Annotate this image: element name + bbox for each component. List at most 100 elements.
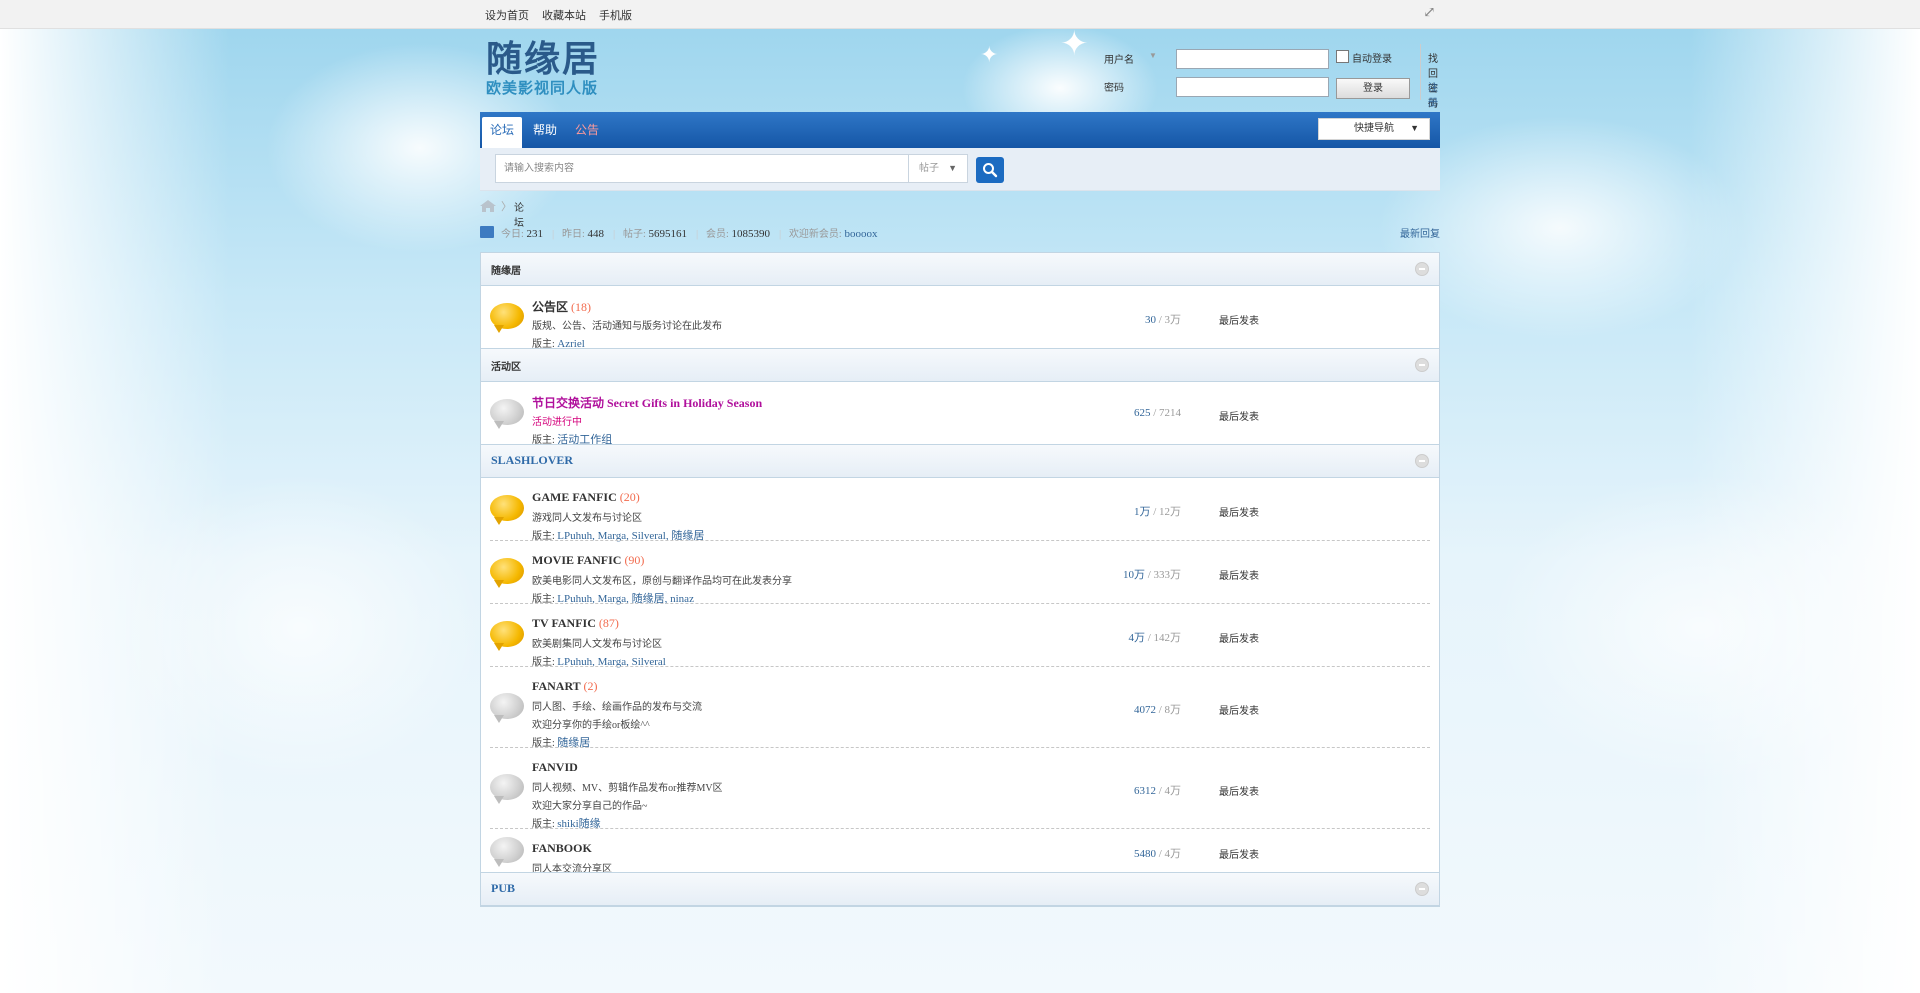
stat-today: 231	[526, 228, 544, 240]
forum-name[interactable]: GAME FANFIC (20)	[532, 490, 640, 505]
forum-last-post[interactable]: 最后发表	[1219, 630, 1259, 645]
search-type-select[interactable]: 帖子 ▼	[908, 154, 968, 183]
chevron-down-icon[interactable]: ▼	[1149, 51, 1157, 60]
forum-section: PUB	[480, 872, 1440, 907]
forum-name[interactable]: FANBOOK	[532, 841, 592, 856]
forum-today-count: (20)	[619, 490, 640, 504]
forum-name-text[interactable]: MOVIE FANFIC	[532, 553, 621, 567]
search-input[interactable]	[495, 154, 909, 183]
forum-last-post[interactable]: 最后发表	[1219, 408, 1259, 423]
forum-thread-post-count: 10万 / 333万	[1081, 566, 1181, 582]
tab-help[interactable]: 帮助	[530, 117, 560, 148]
forum-bubble-icon[interactable]	[490, 774, 524, 804]
collapse-icon[interactable]	[1415, 358, 1429, 372]
latest-replies-link[interactable]: 最新回复	[1400, 225, 1440, 240]
login-divider	[1420, 44, 1421, 100]
login-button[interactable]: 登录	[1336, 78, 1410, 99]
section-title[interactable]: SLASHLOVER	[491, 453, 573, 468]
quick-nav-dropdown[interactable]: 快捷导航 ▼	[1318, 118, 1430, 140]
forum-bubble-icon[interactable]	[490, 621, 524, 651]
forum-bubble-icon[interactable]	[490, 399, 524, 429]
fullscreen-icon[interactable]: ⤢	[1423, 5, 1439, 21]
site-logo[interactable]: 随缘居 欧美影视同人版	[486, 38, 621, 102]
section-title[interactable]: PUB	[491, 881, 515, 896]
collapse-icon[interactable]	[1415, 454, 1429, 468]
collapse-icon[interactable]	[1415, 262, 1429, 276]
forum-bubble-icon[interactable]	[490, 693, 524, 723]
forum-name-text[interactable]: TV FANFIC	[532, 616, 596, 630]
forum-today-count: (90)	[624, 553, 645, 567]
forum-row: GAME FANFIC (20) 游戏同人文发布与讨论区 版主: LPuhuh, M…	[481, 478, 1439, 542]
forum-last-post[interactable]: 最后发表	[1219, 312, 1259, 327]
section-header[interactable]: SLASHLOVER	[481, 445, 1439, 478]
set-homepage-link[interactable]: 设为首页	[485, 10, 529, 22]
forum-bubble-icon[interactable]	[490, 495, 524, 525]
forum-last-post[interactable]: 最后发表	[1219, 846, 1259, 861]
thread-count: 4万	[1128, 632, 1145, 644]
password-label: 密码	[1104, 83, 1124, 94]
section-header[interactable]: PUB	[481, 873, 1439, 906]
post-count: 4万	[1164, 848, 1182, 860]
stats-row: 今日: 231 | 昨日: 448 | 帖子: 5695161 | 会员: 10853…	[501, 225, 881, 240]
bookmark-link[interactable]: 收藏本站	[542, 10, 586, 22]
forum-last-post[interactable]: 最后发表	[1219, 783, 1259, 798]
forum-last-post[interactable]: 最后发表	[1219, 504, 1259, 519]
forum-row: TV FANFIC (87) 欧美剧集同人文发布与讨论区 版主: LPuhuh, M…	[481, 604, 1439, 668]
forum-name[interactable]: MOVIE FANFIC (90)	[532, 553, 644, 568]
mobile-link[interactable]: 手机版	[599, 10, 632, 22]
forum-name-text[interactable]: FANBOOK	[532, 841, 592, 855]
forum-last-post[interactable]: 最后发表	[1219, 702, 1259, 717]
count-separator: /	[1155, 785, 1165, 797]
tab-announce[interactable]: 公告	[572, 117, 602, 148]
forum-name[interactable]: FANART (2)	[532, 679, 597, 694]
forum-section: 活动区节日交换活动 Secret Gifts in Holiday Season…	[480, 348, 1440, 447]
forum-description: 活动进行中	[532, 417, 582, 428]
section-header[interactable]: 活动区	[481, 349, 1439, 382]
forum-bubble-icon[interactable]	[490, 303, 524, 333]
forum-name-text[interactable]: FANART	[532, 679, 580, 693]
section-header[interactable]: 随缘居	[481, 253, 1439, 286]
forum-bubble-icon[interactable]	[490, 837, 524, 867]
count-separator: /	[1155, 704, 1165, 716]
forum-thread-post-count: 6312 / 4万	[1081, 782, 1181, 798]
forum-stats: 今日: 231 | 昨日: 448 | 帖子: 5695161 | 会员: 10853…	[480, 224, 1440, 242]
count-separator: /	[1144, 632, 1154, 644]
forum-name-text[interactable]: FANVID	[532, 760, 578, 774]
thread-count: 4072	[1133, 704, 1156, 716]
section-title[interactable]: 随缘居	[491, 262, 521, 277]
home-icon[interactable]	[480, 200, 496, 212]
stats-divider: |	[696, 228, 699, 240]
autologin-checkbox[interactable]	[1336, 50, 1349, 63]
forum-thread-post-count: 30 / 3万	[1081, 311, 1181, 327]
collapse-icon[interactable]	[1415, 882, 1429, 896]
forum-name[interactable]: 公告区 (18)	[532, 298, 591, 315]
forum-last-post[interactable]: 最后发表	[1219, 567, 1259, 582]
post-count: 12万	[1159, 506, 1181, 518]
forum-thread-post-count: 4万 / 142万	[1081, 629, 1181, 645]
tab-forum[interactable]: 论坛	[482, 117, 522, 148]
stat-posts: 5695161	[648, 228, 688, 240]
newest-member-link[interactable]: boooox	[844, 228, 877, 240]
password-input[interactable]	[1176, 77, 1329, 97]
forum-row: FANBOOK 同人本交流分享区 5480 / 4万 最后发表	[481, 829, 1439, 875]
breadcrumb-separator: 〉	[501, 201, 512, 213]
forum-name[interactable]: FANVID	[532, 760, 578, 775]
stats-chart-icon	[480, 226, 494, 238]
forum-name-text[interactable]: 节日交换活动 Secret Gifts in Holiday Season	[532, 396, 762, 410]
stat-members: 1085390	[731, 228, 770, 240]
username-label: 用户名	[1104, 55, 1134, 66]
forum-name-text[interactable]: 公告区	[532, 300, 568, 314]
thread-count: 6312	[1133, 785, 1156, 797]
username-input[interactable]	[1176, 49, 1329, 69]
forum-name-text[interactable]: GAME FANFIC	[532, 490, 617, 504]
stat-yesterday-label: 昨日:	[561, 229, 585, 240]
search-button[interactable]	[976, 157, 1004, 183]
thread-count: 10万	[1122, 569, 1145, 581]
post-count: 142万	[1153, 632, 1182, 644]
forum-name[interactable]: 节日交换活动 Secret Gifts in Holiday Season	[532, 394, 762, 411]
register-link[interactable]: 注册	[1428, 79, 1440, 109]
section-title[interactable]: 活动区	[491, 358, 521, 373]
forum-bubble-icon[interactable]	[490, 558, 524, 588]
forum-name[interactable]: TV FANFIC (87)	[532, 616, 619, 631]
forum-description: 同人视频、MV、剪辑作品发布or推荐MV区	[532, 783, 723, 794]
